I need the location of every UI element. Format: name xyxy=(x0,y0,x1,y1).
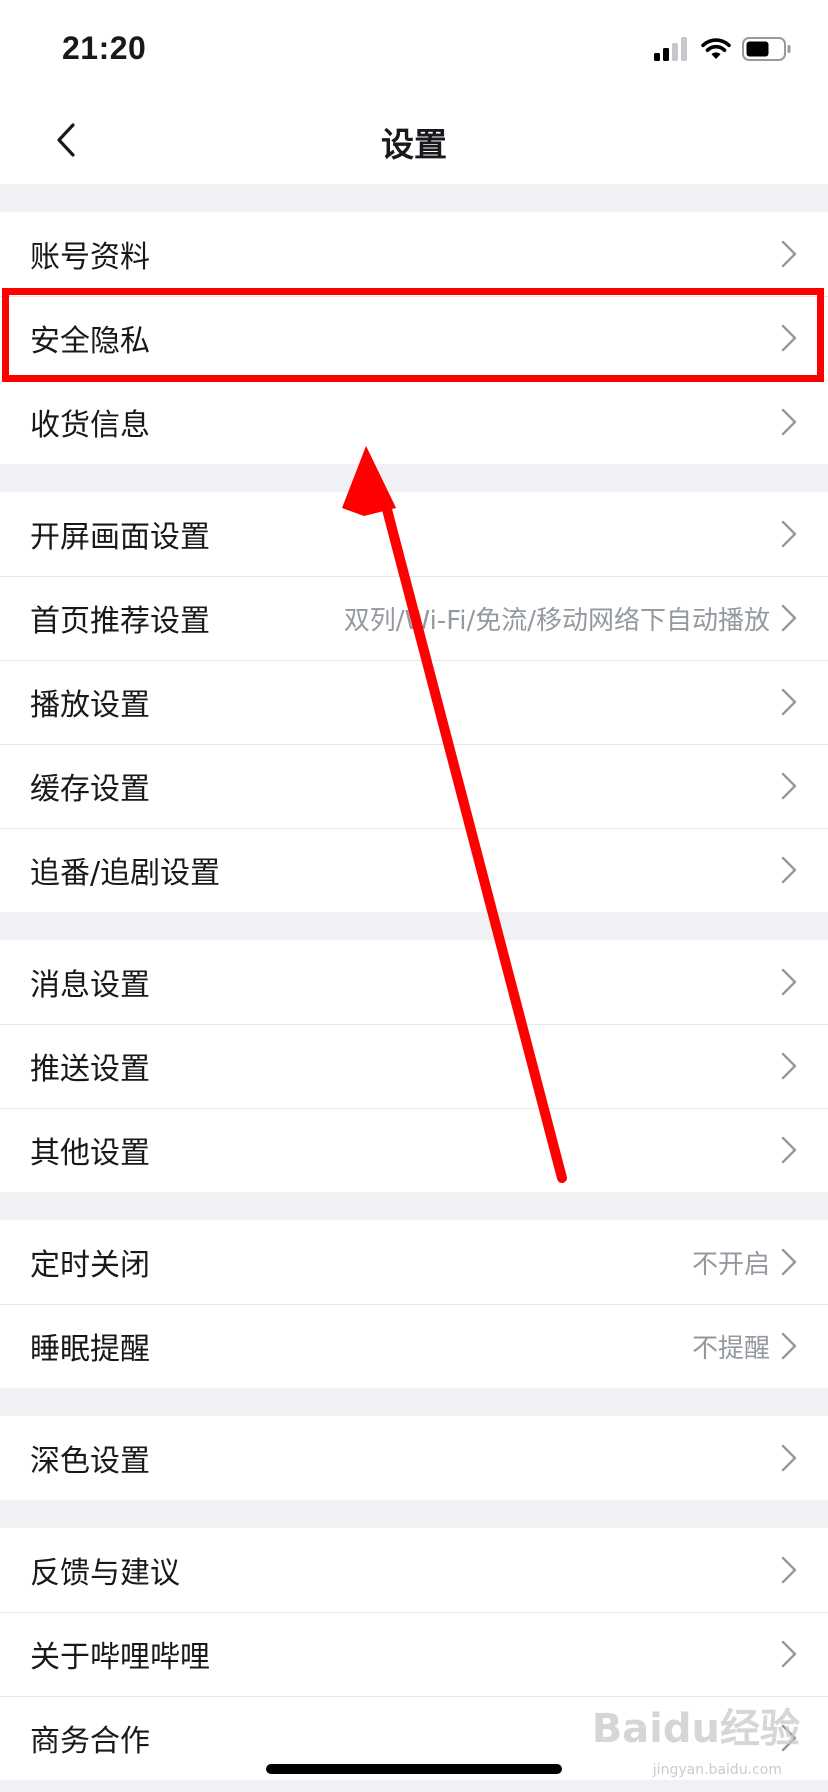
chevron-right-icon xyxy=(781,324,797,352)
settings-row-other[interactable]: 其他设置 xyxy=(0,1108,828,1192)
settings-row-push[interactable]: 推送设置 xyxy=(0,1024,828,1108)
chevron-right-icon xyxy=(781,408,797,436)
settings-row-feedback[interactable]: 反馈与建议 xyxy=(0,1528,828,1612)
settings-row-security-privacy[interactable]: 安全隐私 xyxy=(0,296,828,380)
watermark-logo: Baidu经验 xyxy=(591,1706,800,1752)
chevron-right-icon xyxy=(781,1136,797,1164)
settings-row-home-recommend[interactable]: 首页推荐设置 双列/Wi-Fi/免流/移动网络下自动播放 xyxy=(0,576,828,660)
settings-row-messages[interactable]: 消息设置 xyxy=(0,940,828,1024)
chevron-right-icon xyxy=(781,1640,797,1668)
chevron-right-icon xyxy=(781,1444,797,1472)
row-label: 账号资料 xyxy=(30,240,150,275)
settings-group-notifications: 消息设置 推送设置 其他设置 xyxy=(0,940,828,1192)
chevron-right-icon xyxy=(781,1332,797,1360)
settings-row-sleep-timer[interactable]: 定时关闭 不开启 xyxy=(0,1220,828,1304)
chevron-right-icon xyxy=(781,772,797,800)
battery-icon xyxy=(742,37,791,61)
settings-group-account: 账号资料 安全隐私 收货信息 xyxy=(0,212,828,464)
row-label: 反馈与建议 xyxy=(30,1556,180,1591)
watermark-url: jingyan.baidu.com xyxy=(652,1762,782,1778)
chevron-right-icon xyxy=(781,1248,797,1276)
settings-row-shipping-info[interactable]: 收货信息 xyxy=(0,380,828,464)
row-value: 不开启 xyxy=(691,1249,770,1280)
status-time: 21:20 xyxy=(62,30,147,66)
status-icons xyxy=(654,34,792,64)
row-label: 深色设置 xyxy=(30,1444,150,1479)
row-label: 睡眠提醒 xyxy=(30,1332,150,1367)
nav-bar: 设置 xyxy=(0,96,828,184)
row-label: 收货信息 xyxy=(30,408,150,443)
group-gap xyxy=(0,1388,828,1416)
chevron-right-icon xyxy=(781,604,797,632)
settings-row-playback[interactable]: 播放设置 xyxy=(0,660,828,744)
group-gap xyxy=(0,1500,828,1528)
settings-row-account-profile[interactable]: 账号资料 xyxy=(0,212,828,296)
page-title: 设置 xyxy=(381,125,447,164)
chevron-right-icon xyxy=(781,520,797,548)
settings-row-dark-mode[interactable]: 深色设置 xyxy=(0,1416,828,1500)
row-label: 其他设置 xyxy=(30,1136,150,1171)
group-gap xyxy=(0,464,828,492)
row-label: 关于哔哩哔哩 xyxy=(30,1640,210,1675)
settings-row-follow-series[interactable]: 追番/追剧设置 xyxy=(0,828,828,912)
settings-row-splash-screen[interactable]: 开屏画面设置 xyxy=(0,492,828,576)
row-label: 缓存设置 xyxy=(30,772,150,807)
chevron-right-icon xyxy=(781,1052,797,1080)
group-gap xyxy=(0,912,828,940)
settings-group-timers: 定时关闭 不开启 睡眠提醒 不提醒 xyxy=(0,1220,828,1388)
chevron-right-icon xyxy=(781,1556,797,1584)
wifi-icon xyxy=(701,38,731,59)
settings-list: 账号资料 安全隐私 收货信息 开屏画面设置 首页推荐设置 双列/Wi-Fi/免流… xyxy=(0,184,828,1780)
chevron-right-icon xyxy=(781,856,797,884)
row-label: 首页推荐设置 xyxy=(30,604,210,639)
row-label: 播放设置 xyxy=(30,688,150,723)
status-bar: 21:20 xyxy=(0,0,828,96)
row-label: 推送设置 xyxy=(30,1052,150,1087)
row-label: 安全隐私 xyxy=(30,324,150,359)
row-label: 开屏画面设置 xyxy=(30,520,210,555)
settings-group-display: 开屏画面设置 首页推荐设置 双列/Wi-Fi/免流/移动网络下自动播放 播放设置… xyxy=(0,492,828,912)
group-gap xyxy=(0,1192,828,1220)
group-gap xyxy=(0,184,828,212)
row-label: 定时关闭 xyxy=(30,1248,150,1283)
row-label: 消息设置 xyxy=(30,968,150,1003)
settings-row-sleep-reminder[interactable]: 睡眠提醒 不提醒 xyxy=(0,1304,828,1388)
chevron-right-icon xyxy=(781,240,797,268)
home-indicator xyxy=(266,1764,562,1774)
row-value: 不提醒 xyxy=(691,1333,770,1364)
row-label: 追番/追剧设置 xyxy=(30,856,221,891)
settings-group-theme: 深色设置 xyxy=(0,1416,828,1500)
row-label: 商务合作 xyxy=(30,1724,150,1759)
settings-row-about-bilibili[interactable]: 关于哔哩哔哩 xyxy=(0,1612,828,1696)
chevron-right-icon xyxy=(781,968,797,996)
signal-icon xyxy=(654,37,687,61)
chevron-right-icon xyxy=(781,688,797,716)
settings-row-cache[interactable]: 缓存设置 xyxy=(0,744,828,828)
row-value: 双列/Wi-Fi/免流/移动网络下自动播放 xyxy=(343,605,770,636)
